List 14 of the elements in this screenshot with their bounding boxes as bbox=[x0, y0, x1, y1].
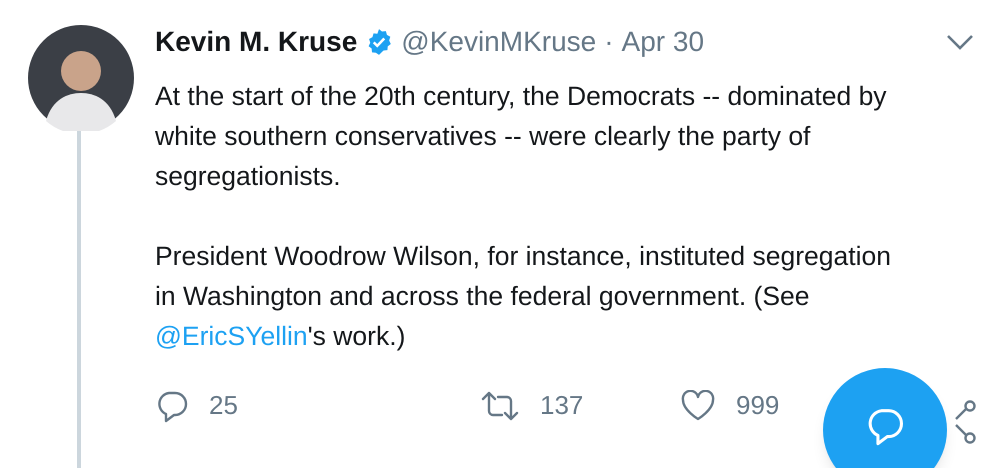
action-count: 137 bbox=[540, 389, 584, 422]
action-count: 999 bbox=[736, 389, 780, 422]
tweet-text: President Woodrow Wilson, for instance, instituted segregation in Washington and across the federal government. (See @EricSYellin's work.) bbox=[155, 240, 892, 353]
tweet-text: At the start of the 20th century, the Democrats -- dominated by white southern conservatives -- were clearly the party of segregationists. bbox=[155, 80, 888, 193]
retweet-icon[interactable] bbox=[480, 390, 520, 422]
author-name[interactable]: Kevin M. Kruse bbox=[155, 24, 358, 60]
heart-icon[interactable] bbox=[680, 390, 716, 422]
action-count: 25 bbox=[209, 389, 238, 422]
avatar[interactable] bbox=[28, 25, 134, 131]
tweet-date[interactable]: Apr 30 bbox=[622, 24, 704, 60]
chevron-down-icon[interactable] bbox=[945, 32, 975, 52]
author-handle[interactable]: @KevinMKruse bbox=[401, 24, 596, 60]
separator: · bbox=[604, 25, 614, 59]
mention-link[interactable]: @EricSYellin bbox=[155, 321, 308, 351]
